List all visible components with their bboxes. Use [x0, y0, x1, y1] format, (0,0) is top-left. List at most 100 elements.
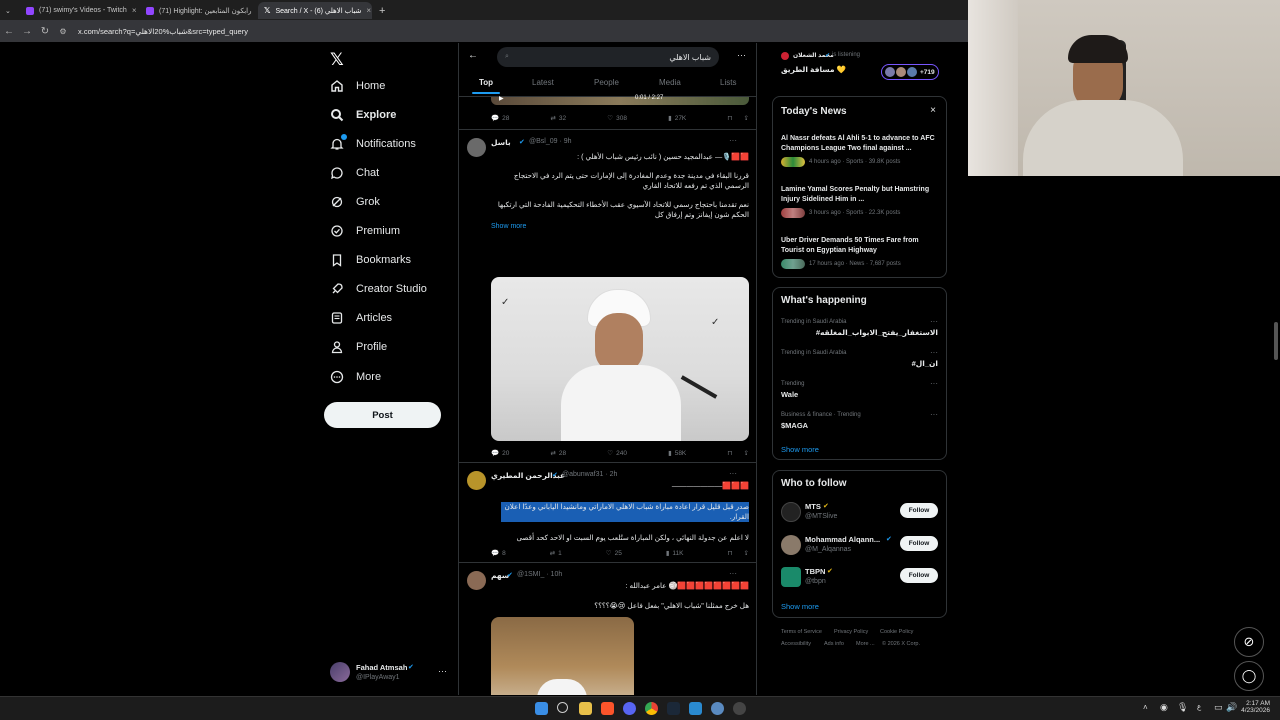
back-arrow-icon[interactable]: ← — [0, 26, 18, 37]
footer-link[interactable]: More ... — [856, 641, 875, 647]
volume-icon[interactable]: 🔊 — [1226, 702, 1237, 713]
back-arrow-icon[interactable]: ← — [468, 50, 478, 61]
follow-button[interactable]: Follow — [900, 503, 938, 518]
tweet-handle[interactable]: @abunwaf31 · 2h — [562, 471, 617, 478]
app-icon[interactable] — [689, 702, 702, 715]
reply-button[interactable]: 💬 28 — [491, 114, 509, 123]
views-button[interactable]: ▮ 27K — [668, 114, 686, 123]
language-icon[interactable]: ع — [1197, 703, 1201, 711]
app-icon[interactable] — [711, 702, 724, 715]
follow-name[interactable]: TBPN — [805, 567, 825, 576]
nav-explore[interactable]: Explore — [330, 108, 396, 122]
news-headline[interactable]: Al Nassr defeats Al Ahli 5-1 to advance … — [781, 134, 941, 153]
more-dots-icon[interactable]: ··· — [729, 569, 737, 578]
tab-twitch-highlight[interactable]: (71) Highlight: رابكون المتابعين × — [140, 2, 254, 19]
tray-app-icon[interactable]: ◉ — [1160, 702, 1168, 713]
tab-menu-chevron-icon[interactable]: ⌄ — [2, 2, 16, 19]
follow-name[interactable]: MTS — [805, 502, 821, 511]
forward-arrow-icon[interactable]: → — [18, 26, 36, 37]
trend-topic[interactable]: #ان_ال — [912, 359, 938, 368]
tweet-author-name[interactable]: باسل — [491, 138, 511, 147]
page-scrollbar[interactable] — [1274, 322, 1278, 360]
nav-profile[interactable]: Profile — [330, 340, 387, 354]
trend-topic[interactable]: $MAGA — [781, 421, 808, 430]
more-dots-icon[interactable]: ··· — [930, 348, 938, 357]
chat-float-button[interactable]: ◯ — [1234, 661, 1264, 691]
nav-premium[interactable]: Premium — [330, 224, 400, 238]
bookmark-button[interactable]: ⊓ ⇪ — [727, 114, 749, 122]
tab-top[interactable]: Top — [479, 78, 493, 87]
tweet-image[interactable]: ✓ ✓ — [491, 277, 749, 441]
avatar[interactable] — [781, 567, 801, 587]
show-more-link[interactable]: Show more — [781, 445, 819, 454]
nav-creator-studio[interactable]: Creator Studio — [330, 282, 427, 296]
repost-button[interactable]: ⇄ 1 — [550, 549, 562, 558]
chevron-up-icon[interactable]: ˄ — [1143, 703, 1148, 712]
nav-grok[interactable]: Grok — [330, 195, 380, 209]
more-dots-icon[interactable]: ··· — [930, 410, 938, 419]
close-icon[interactable]: × — [930, 105, 936, 116]
more-dots-icon[interactable]: ··· — [930, 379, 938, 388]
trend-topic[interactable]: #الاستغفار_يفتح_الابواب_المغلقه — [816, 328, 938, 337]
grok-float-button[interactable]: ⊘ — [1234, 627, 1264, 657]
follow-name[interactable]: Mohammad Alqann... — [805, 535, 880, 544]
more-dots-icon[interactable]: ··· — [729, 469, 737, 478]
play-icon[interactable]: ▶ — [499, 95, 504, 102]
tweet[interactable]: باسل ✔ @Bsl_09 · 9h ··· 🟥🟥🎙️— عبدالمجيد … — [459, 130, 756, 463]
views-button[interactable]: ▮ 58K — [668, 449, 686, 458]
steam-icon[interactable] — [667, 702, 680, 715]
footer-link[interactable]: Cookie Policy — [880, 629, 913, 635]
avatar[interactable] — [467, 138, 486, 157]
show-more-link[interactable]: Show more — [781, 602, 819, 611]
follow-button[interactable]: Follow — [900, 568, 938, 583]
tweet-handle[interactable]: @1SMI_ · 10h — [517, 571, 562, 578]
nav-chat[interactable]: Chat — [330, 166, 379, 180]
clock[interactable]: 2:17 AM 4/23/2026 — [1238, 700, 1270, 714]
video-player[interactable] — [491, 97, 749, 105]
avatar[interactable] — [781, 502, 801, 522]
search-input[interactable]: ⌕ شباب الاهلي — [497, 47, 719, 67]
more-dots-icon[interactable]: ··· — [737, 50, 746, 60]
tab-twitch[interactable]: (71) swimy's Videos - Twitch × — [20, 2, 136, 19]
spaces-card[interactable]: محمد الشعلان ✔ is listening مسافة الطريق… — [781, 50, 941, 86]
network-icon[interactable]: ▭ — [1214, 702, 1223, 713]
new-tab-button[interactable]: + — [376, 2, 390, 19]
nav-notifications[interactable]: Notifications — [330, 134, 416, 151]
microphone-icon[interactable]: 🎙 — [1177, 702, 1188, 713]
repost-button[interactable]: ⇄ 32 — [550, 114, 566, 123]
post-button[interactable]: Post — [324, 402, 441, 428]
reload-icon[interactable]: ↻ — [36, 26, 54, 37]
close-icon[interactable]: × — [366, 6, 371, 15]
trend-topic[interactable]: Wale — [781, 390, 798, 399]
url-input[interactable]: x.com/search?q=شباب%20الاهلي&src=typed_q… — [78, 27, 248, 36]
news-headline[interactable]: Uber Driver Demands 50 Times Fare from T… — [781, 236, 941, 255]
footer-link[interactable]: Terms of Service — [781, 629, 822, 635]
windows-start-icon[interactable] — [535, 702, 548, 715]
like-button[interactable]: ♡ 25 — [606, 549, 622, 558]
footer-link[interactable]: Accessibility — [781, 641, 811, 647]
file-explorer-icon[interactable] — [579, 702, 592, 715]
nav-more[interactable]: More — [330, 370, 381, 384]
x-logo-icon[interactable]: 𝕏 — [330, 50, 344, 70]
avatar[interactable] — [467, 471, 486, 490]
tweet-image[interactable] — [491, 617, 634, 695]
account-switcher[interactable]: Fahad Atmsah ✔ @IPlayAway1 ··· — [330, 662, 450, 686]
show-more-link[interactable]: Show more — [491, 223, 526, 230]
chrome-icon[interactable] — [645, 702, 658, 715]
avatar[interactable] — [467, 571, 486, 590]
tweet[interactable]: سهم ✔ @1SMI_ · 10h ··· 🟥🟥🟥🟥🟥🟥🟥🟥🏐 عامر عب… — [459, 563, 756, 695]
nav-articles[interactable]: Articles — [330, 311, 392, 325]
more-dots-icon[interactable]: ··· — [930, 317, 938, 326]
bookmark-button[interactable]: ⊓ ⇪ — [727, 549, 749, 557]
nav-home[interactable]: Home — [330, 79, 385, 93]
footer-link[interactable]: Privacy Policy — [834, 629, 868, 635]
tweet[interactable]: عبدالرحمن المطيري ✔ @abunwaf31 · 2h ··· … — [459, 463, 756, 563]
brave-icon[interactable] — [601, 702, 614, 715]
news-headline[interactable]: Lamine Yamal Scores Penalty but Hamstrin… — [781, 185, 941, 204]
more-dots-icon[interactable]: ··· — [438, 666, 447, 676]
views-button[interactable]: ▮ 11K — [666, 549, 684, 558]
follow-button[interactable]: Follow — [900, 536, 938, 551]
like-button[interactable]: ♡ 240 — [607, 449, 627, 458]
discord-icon[interactable] — [623, 702, 636, 715]
tab-people[interactable]: People — [594, 78, 619, 87]
